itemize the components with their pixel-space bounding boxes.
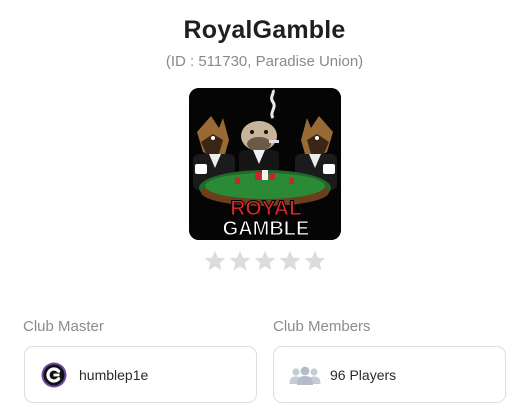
club-master-label: Club Master [23,318,104,335]
people-group-icon [289,366,321,385]
club-members-count: 96 Players [330,366,397,383]
star-icon [229,250,251,271]
club-members-card[interactable]: 96 Players [273,346,506,403]
club-master-username: humblep1e [79,366,149,383]
star-icon [204,250,226,271]
c-logo-avatar-icon [41,362,67,387]
club-name: RoyalGamble [183,16,346,44]
club-members-label: Club Members [273,318,371,335]
club-logo: ROYAL GAMBLE [189,88,341,240]
club-master-card[interactable]: humblep1e [24,346,257,403]
star-rating [203,249,328,275]
star-icon [254,250,276,271]
logo-text-gamble: GAMBLE [223,218,310,240]
star-icon [304,250,326,271]
logo-text-royal: ROYAL [230,197,302,220]
star-icon [279,250,301,271]
club-id-line: (ID : 511730, Paradise Union) [165,53,364,70]
